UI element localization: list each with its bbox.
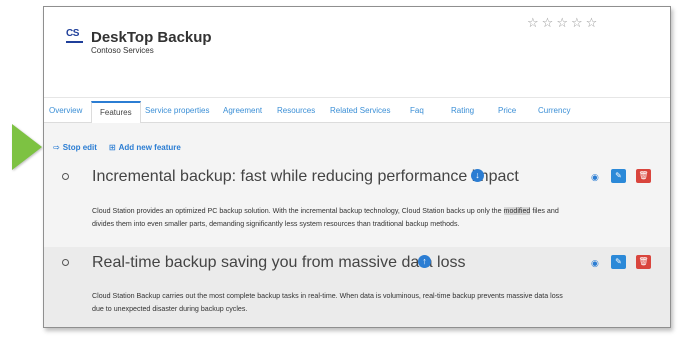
highlighted-word: modified: [503, 207, 531, 215]
company-logo: CS: [66, 28, 83, 43]
tab-overview[interactable]: Overview: [49, 106, 82, 115]
trash-icon: 🗑: [638, 171, 649, 180]
star-icon[interactable]: ☆: [542, 16, 554, 30]
stop-edit-label: Stop edit: [62, 143, 97, 152]
delete-button[interactable]: 🗑: [636, 169, 651, 183]
tab-service-properties[interactable]: Service properties: [145, 106, 209, 115]
add-new-feature-label: Add new feature: [118, 143, 181, 152]
tab-features[interactable]: Features: [91, 101, 141, 123]
service-header: CS DeskTop Backup Contoso Services ☆ ☆ ☆…: [44, 7, 670, 97]
company-name: Contoso Services: [91, 46, 154, 55]
delete-button[interactable]: 🗑: [636, 255, 651, 269]
pointer-arrow: [12, 124, 42, 170]
feature-title: Incremental backup: fast while reducing …: [92, 168, 519, 185]
exit-icon: ⇨: [53, 143, 60, 152]
star-icon[interactable]: ☆: [527, 16, 539, 30]
features-panel: ⇨ Stop edit ⊞ Add new feature Incrementa…: [44, 123, 670, 327]
feature-actions: ⇨ Stop edit ⊞ Add new feature: [53, 143, 181, 152]
feature-item: Real-time backup saving you from massive…: [44, 247, 670, 327]
move-up-icon[interactable]: ↑: [418, 255, 431, 268]
rating-stars[interactable]: ☆ ☆ ☆ ☆ ☆: [527, 16, 597, 30]
tab-currency[interactable]: Currency: [538, 106, 570, 115]
bullet-icon: [62, 259, 69, 266]
bullet-icon: [62, 173, 69, 180]
plus-square-icon: ⊞: [108, 143, 116, 152]
tab-rating[interactable]: Rating: [451, 106, 474, 115]
tab-related-services[interactable]: Related Services: [330, 106, 390, 115]
star-icon[interactable]: ☆: [556, 16, 568, 30]
feature-description-text: Cloud Station provides an optimized PC b…: [92, 207, 504, 215]
tab-bar: Overview Features Service properties Agr…: [44, 97, 670, 123]
service-title: DeskTop Backup: [91, 29, 212, 46]
tab-agreement[interactable]: Agreement: [223, 106, 262, 115]
eye-icon[interactable]: ◉: [591, 258, 599, 269]
feature-item: Incremental backup: fast while reducing …: [44, 159, 670, 245]
tab-price[interactable]: Price: [498, 106, 516, 115]
eye-icon[interactable]: ◉: [591, 172, 599, 183]
add-new-feature-link[interactable]: ⊞ Add new feature: [109, 143, 181, 152]
star-icon[interactable]: ☆: [586, 16, 598, 30]
feature-title: Real-time backup saving you from massive…: [92, 254, 466, 271]
star-icon[interactable]: ☆: [571, 16, 583, 30]
feature-description: Cloud Station Backup carries out the mos…: [92, 292, 563, 313]
service-window: CS DeskTop Backup Contoso Services ☆ ☆ ☆…: [43, 6, 671, 328]
pencil-icon: ✎: [615, 171, 622, 180]
edit-button[interactable]: ✎: [611, 169, 626, 183]
feature-description: Cloud Station provides an optimized PC b…: [92, 205, 572, 230]
stop-edit-link[interactable]: ⇨ Stop edit: [53, 143, 97, 152]
pencil-icon: ✎: [615, 257, 622, 266]
edit-button[interactable]: ✎: [611, 255, 626, 269]
trash-icon: 🗑: [638, 257, 649, 266]
tab-faq[interactable]: Faq: [410, 106, 424, 115]
tab-resources[interactable]: Resources: [277, 106, 315, 115]
move-down-icon[interactable]: ↓: [471, 169, 484, 182]
